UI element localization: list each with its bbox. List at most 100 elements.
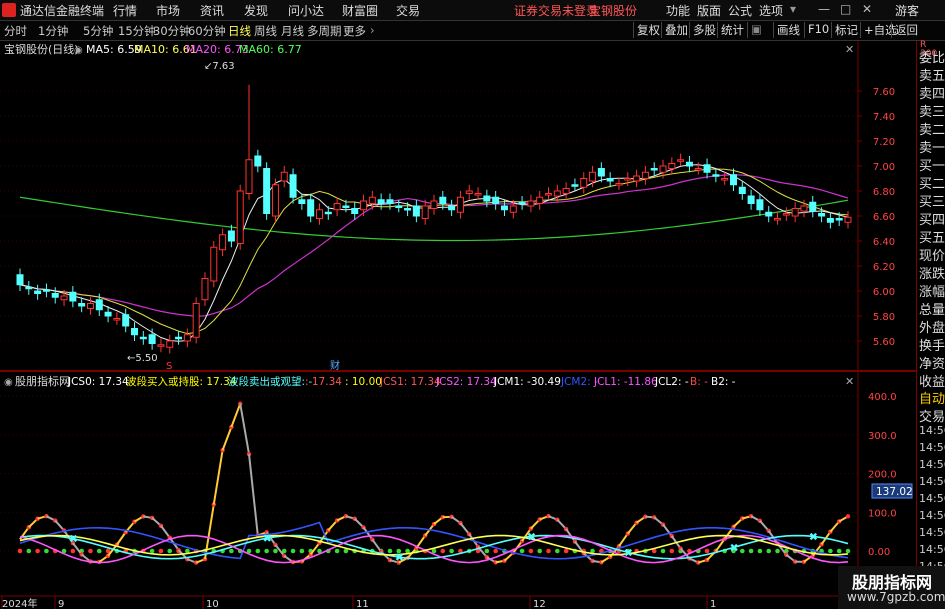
close-icon[interactable]: ✕: [862, 2, 872, 16]
guest-button[interactable]: 游客: [895, 2, 919, 19]
zero-dot: [563, 548, 569, 554]
zero-dot: [158, 548, 164, 554]
menu-wenxiaoda[interactable]: 问小达: [288, 2, 324, 19]
login-status[interactable]: 证券交易未登录: [514, 2, 598, 19]
price-tick-label: 6.80: [873, 187, 895, 198]
indicator-label: JCS2: 17.34: [435, 376, 497, 388]
stock-name-link[interactable]: 宝钢股份: [589, 2, 637, 19]
candle-body: [42, 289, 50, 292]
zero-dot: [17, 548, 23, 554]
quote-tab-1[interactable]: 交易: [919, 406, 945, 425]
candle-body: [404, 208, 412, 211]
period-5min[interactable]: 5分钟: [83, 23, 113, 39]
quote-field-17: 净资: [919, 357, 945, 372]
candle-body: [183, 334, 191, 342]
tool-tongji[interactable]: 统计: [717, 22, 747, 38]
candle-body: [386, 199, 394, 204]
trade-time: 14:56: [919, 424, 945, 437]
candle-body: [694, 168, 702, 171]
candle-body: [210, 246, 218, 282]
candle-body: [492, 196, 500, 204]
trade-time: 14:56: [919, 475, 945, 488]
candle-body: [25, 286, 33, 290]
tool-diejia[interactable]: 叠加: [661, 22, 691, 38]
tool-f10[interactable]: F10: [804, 22, 832, 38]
indicator-label: 波段买入或持股: 17.34: [126, 375, 237, 388]
tool-biaoji[interactable]: 标记: [831, 22, 861, 38]
indicator-tick-label: 100.0: [868, 508, 897, 519]
trade-time: 14:56: [919, 543, 945, 556]
lock-icon[interactable]: ▣: [747, 22, 765, 38]
chevron-down-icon[interactable]: ▾: [790, 2, 796, 16]
menu-hangqing[interactable]: 行情: [113, 2, 137, 19]
zero-dot: [775, 548, 780, 554]
close-pane-icon[interactable]: ✕: [845, 43, 854, 56]
close-indicator-icon[interactable]: ✕: [845, 375, 854, 388]
xaxis-label: 12: [533, 599, 546, 609]
zero-dot: [167, 548, 173, 554]
menu-jiaoyi[interactable]: 交易: [396, 2, 420, 19]
tool-duogu[interactable]: 多股: [689, 22, 719, 38]
menu-banmian[interactable]: 版面: [697, 2, 721, 19]
candle-body: [377, 199, 385, 204]
menu-faxian[interactable]: 发现: [244, 2, 268, 19]
candle-body: [175, 336, 183, 340]
period-30min[interactable]: 30分钟: [153, 23, 191, 39]
candle-body: [483, 195, 491, 202]
kline-chart[interactable]: 宝钢股份(日线) ◉ MA5: 6.59 MA10: 6.61 MA20: 6.…: [0, 41, 916, 609]
period-day[interactable]: 日线: [228, 23, 251, 39]
period-fenshi[interactable]: 分时: [4, 23, 27, 39]
candle-body: [368, 196, 376, 204]
quote-tab-0[interactable]: 自动: [919, 388, 945, 407]
cross-marker: ✖: [69, 533, 78, 546]
menu-gongshi[interactable]: 公式: [728, 2, 752, 19]
zero-dot: [484, 548, 490, 554]
zero-dot: [96, 548, 102, 554]
period-more[interactable]: 更多: [343, 23, 366, 39]
indicator-label: JCM1: -30.49: [493, 376, 561, 388]
price-tick-label: 5.80: [873, 312, 895, 323]
candle-body: [729, 174, 737, 186]
menu-shichang[interactable]: 市场: [156, 2, 180, 19]
candle-body: [139, 336, 147, 340]
jcs-point: [845, 514, 851, 519]
tool-huaxian[interactable]: 画线: [773, 22, 803, 38]
zero-dot: [149, 548, 155, 554]
zero-dot: [229, 548, 234, 554]
candle-body: [166, 340, 174, 348]
candle-body: [677, 159, 685, 162]
menu-zixun[interactable]: 资讯: [200, 2, 224, 19]
quote-field-14: 总量: [919, 303, 945, 318]
finance-marker[interactable]: 财: [330, 359, 340, 372]
maximize-icon[interactable]: □: [840, 2, 851, 16]
info-circle-icon[interactable]: ◉: [74, 45, 83, 56]
brand-url: www.7gpzb.com: [847, 590, 945, 604]
period-60min[interactable]: 60分钟: [188, 23, 226, 39]
period-1min[interactable]: 1分钟: [38, 23, 68, 39]
menu-xuanxiang[interactable]: 选项: [759, 2, 783, 19]
quote-panel: R 300 委比 卖五 卖四 卖三 卖二 卖一 买一 买二 买三 买四 买五 现价 涨跌 涨幅 总量 外盘 换手净…: [916, 41, 945, 609]
candle-body: [668, 163, 676, 169]
period-multi[interactable]: 多周期: [307, 23, 342, 39]
candle-body: [113, 318, 121, 321]
chevron-right-icon[interactable]: ›: [370, 23, 375, 37]
menu-caifuquan[interactable]: 财富圈: [342, 2, 378, 19]
candle-body: [527, 200, 535, 207]
minimize-icon[interactable]: —: [818, 2, 830, 16]
period-week[interactable]: 周线: [254, 23, 277, 39]
quote-field-4: 卖二: [919, 123, 945, 138]
period-month[interactable]: 月线: [281, 23, 304, 39]
cross-marker: ✖: [729, 541, 738, 554]
candle-body: [298, 199, 306, 204]
period-15min[interactable]: 15分钟: [118, 23, 156, 39]
candle-body: [104, 311, 112, 317]
tool-fuquan[interactable]: 复权: [633, 22, 663, 38]
indicator-tick-label: 0.00: [868, 547, 890, 558]
candle-body: [624, 178, 632, 181]
zero-dot: [704, 548, 710, 554]
candle-body: [131, 328, 139, 336]
menu-gongneng[interactable]: 功能: [666, 2, 690, 19]
candle-body: [421, 205, 429, 219]
tool-back[interactable]: 返回: [891, 22, 921, 38]
info-circle-icon[interactable]: ◉: [4, 377, 13, 388]
